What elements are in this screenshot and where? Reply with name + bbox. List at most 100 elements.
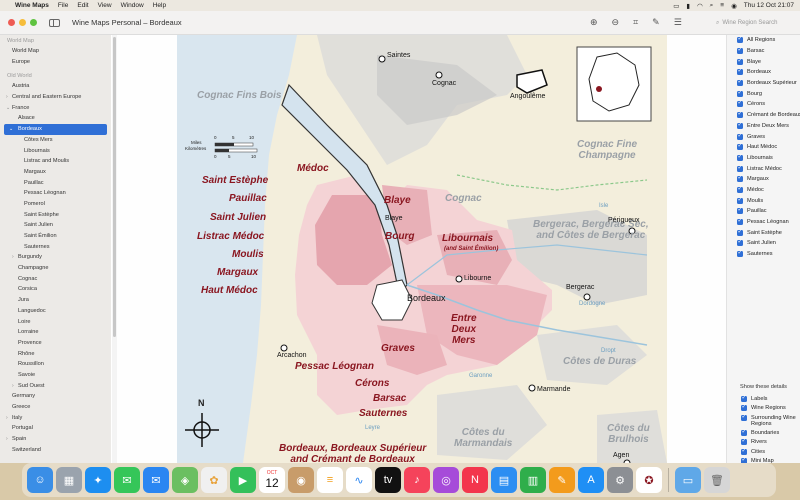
pages-icon[interactable]: ✎ [549,467,575,493]
checkbox-libournais[interactable]: Libournais [727,153,800,164]
battery-icon[interactable]: ▮ [686,2,690,10]
menu-view[interactable]: View [98,2,112,9]
chevron-right-icon[interactable]: › [6,92,8,103]
checkbox-checked-icon[interactable] [737,89,743,97]
checkbox-checked-icon[interactable] [737,110,743,119]
messages-icon[interactable]: ✉ [114,467,140,493]
sidebar-item-cognac[interactable]: Cognac [0,274,111,285]
menu-edit[interactable]: Edit [77,2,88,9]
close-window-button[interactable] [8,19,15,26]
checkbox-checked-icon[interactable] [737,185,743,193]
checkbox-bordeaux-superieur[interactable]: Bordeaux Supérieur [727,78,800,89]
sidebar-item-savoie[interactable]: Savoie [0,370,111,381]
checkbox-checked-icon[interactable] [737,132,743,140]
zoom-window-button[interactable] [30,19,37,26]
checkbox-medoc[interactable]: Médoc [727,185,800,196]
sidebar-item-germany[interactable]: Germany [0,391,111,402]
chevron-right-icon[interactable]: › [12,252,14,263]
chevron-down-icon[interactable]: ⌄ [6,103,10,114]
chevron-right-icon[interactable]: › [6,434,8,445]
list-icon[interactable]: ☰ [674,17,682,28]
calendar-icon[interactable]: OCT 12 [259,467,285,493]
checkbox-checked-icon[interactable] [737,228,743,236]
sidebar-item-burgundy[interactable]: › Burgundy [0,252,111,263]
detail-checkbox-labels[interactable]: Labels [741,394,800,404]
detail-checkbox-rivers[interactable]: Rivers [741,438,800,448]
checkbox-cerons[interactable]: Cérons [727,99,800,110]
checkbox-checked-icon[interactable] [737,238,743,247]
tv-icon[interactable]: tv [375,467,401,493]
menu-app-name[interactable]: Wine Maps [15,2,49,9]
map-view[interactable]: Cognac Fins Bois Cognac Cognac Fine Cham… [117,35,726,463]
trash-icon[interactable]: 🗑 [704,467,730,493]
wrench-icon[interactable]: ✎ [652,17,660,28]
checkbox-checked-icon[interactable] [737,99,743,108]
checkbox-margaux[interactable]: Margaux [727,174,800,185]
menu-file[interactable]: File [58,2,68,9]
sidebar-item-pessac-leognan[interactable]: Pessac Léognan [0,188,111,199]
checkbox-checked-icon[interactable] [741,394,747,402]
checkbox-checked-icon[interactable] [737,153,743,161]
checkbox-checked-icon[interactable] [737,142,743,151]
sidebar-item-loire[interactable]: Loire [0,317,111,328]
checkbox-checked-icon[interactable] [741,428,747,436]
checkbox-pauillac[interactable]: Pauillac [727,206,800,217]
chevron-right-icon[interactable]: › [12,381,14,392]
keynote-icon[interactable]: ▤ [491,467,517,493]
checkbox-blaye[interactable]: Blaye [727,56,800,67]
facetime-icon[interactable]: ▶ [230,467,256,493]
sidebar-item-alsace[interactable]: Alsace [0,113,111,124]
sidebar-toggle-icon[interactable] [49,18,60,27]
sidebar-item-libournais[interactable]: Libournais [0,146,111,157]
sidebar-item-saint-julien[interactable]: Saint Julien [0,220,111,231]
search-field[interactable]: ⌕ Wine Region Search [716,17,794,29]
sidebar-item-listrac-moulis[interactable]: Listrac and Moulis [0,156,111,167]
music-icon[interactable]: ♪ [404,467,430,493]
sidebar-item-saint-emilion[interactable]: Saint Émilion [0,231,111,242]
menu-help[interactable]: Help [153,2,166,9]
sidebar-item-jura[interactable]: Jura [0,295,111,306]
sidebar-item-roussillon[interactable]: Roussillon [0,359,111,370]
maps-icon[interactable]: ◈ [172,467,198,493]
sidebar-item-europe[interactable]: Europe [0,57,111,68]
checkbox-checked-icon[interactable] [737,78,743,87]
scrollbar-thumb[interactable] [113,37,116,337]
sidebar-item-provence[interactable]: Provence [0,338,111,349]
podcasts-icon[interactable]: ◎ [433,467,459,493]
checkbox-checked-icon[interactable] [741,404,747,412]
launchpad-icon[interactable]: ▦ [56,467,82,493]
checkbox-all-regions[interactable]: All Regions [727,35,800,46]
checkbox-checked-icon[interactable] [737,164,743,172]
sidebar-item-bordeaux[interactable]: ⌄ Bordeaux [4,124,107,135]
sidebar-item-margaux[interactable]: Margaux [0,167,111,178]
finder-icon[interactable]: ☺ [27,467,53,493]
chevron-right-icon[interactable]: › [6,413,8,424]
zoom-in-icon[interactable]: ⊕ [590,17,598,28]
checkbox-saint-estephe[interactable]: Saint Estèphe [727,227,800,238]
checkbox-pessac-leognan[interactable]: Pessac Léognan [727,217,800,228]
menu-window[interactable]: Window [121,2,144,9]
detail-checkbox-surrounding-wine-regions[interactable]: Surrounding Wine Regions [741,413,800,428]
control-center-icon[interactable]: ≡ [720,2,724,9]
checkbox-checked-icon[interactable] [737,196,743,204]
sidebar-item-portugal[interactable]: Portugal [0,423,111,434]
checkbox-checked-icon[interactable] [741,438,747,446]
checkbox-checked-icon[interactable] [737,121,743,129]
chevron-down-icon[interactable]: ⌄ [9,124,13,135]
checkbox-sauternes[interactable]: Sauternes [727,249,800,260]
checkbox-checked-icon[interactable] [737,67,743,76]
freeform-icon[interactable]: ∿ [346,467,372,493]
checkbox-checked-icon[interactable] [737,217,743,226]
checkbox-checked-icon[interactable] [741,413,747,421]
checkbox-entre-deux-mers[interactable]: Entre Deux Mers [727,121,800,132]
contacts-icon[interactable]: ◉ [288,467,314,493]
sidebar-item-saint-estephe[interactable]: Saint Estèphe [0,210,111,221]
sidebar-item-italy[interactable]: › Italy [0,413,111,424]
search-menubar-icon[interactable]: ⌕ [710,2,714,10]
checkbox-checked-icon[interactable] [737,35,743,44]
photos-icon[interactable]: ✿ [201,467,227,493]
sidebar-item-sauternes[interactable]: Sauternes [0,242,111,253]
reminders-icon[interactable]: ≡ [317,467,343,493]
sidebar-item-pauillac[interactable]: Pauillac [0,178,111,189]
detail-checkbox-wine-regions[interactable]: Wine Regions [741,404,800,414]
